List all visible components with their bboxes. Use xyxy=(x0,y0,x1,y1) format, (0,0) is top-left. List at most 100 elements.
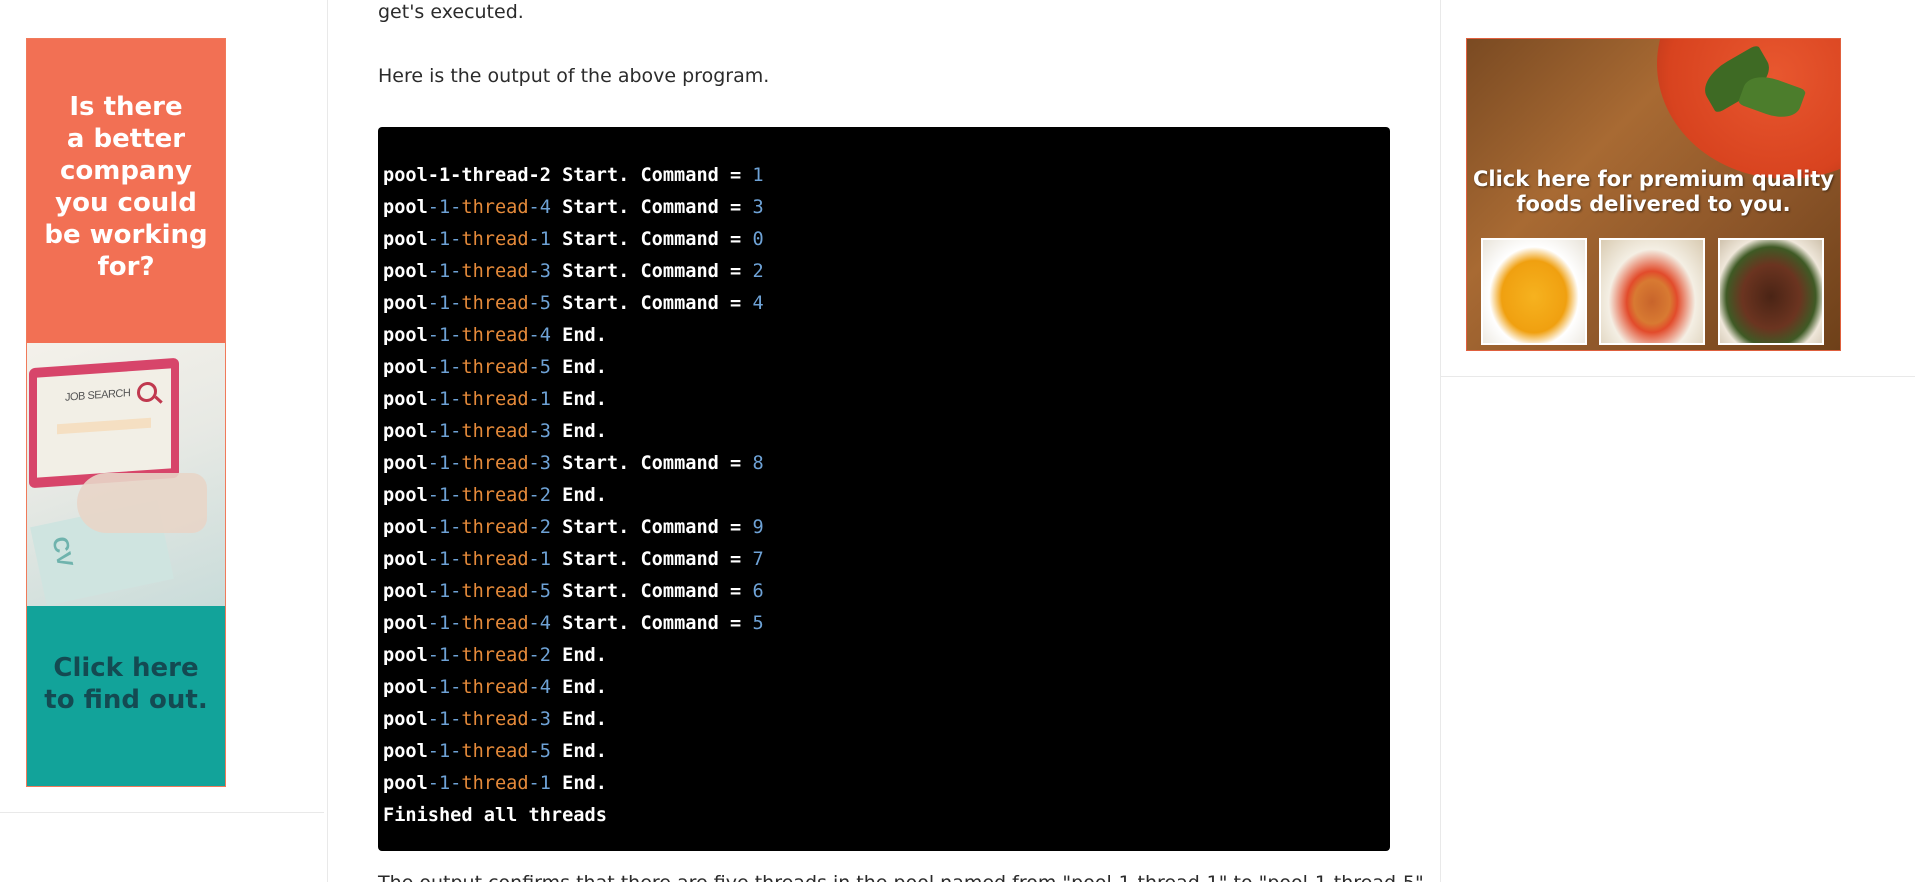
code-output-line: pool-1-thread-2 End. xyxy=(383,640,1390,672)
right-ad-headline: Click here for premium quality foods del… xyxy=(1473,167,1834,216)
code-output-line: pool-1-thread-3 Start. Command = 2 xyxy=(383,256,1390,288)
code-output-line: pool-1-thread-1 Start. Command = 0 xyxy=(383,224,1390,256)
code-output-line: pool-1-thread-4 End. xyxy=(383,672,1390,704)
code-token: -1- xyxy=(427,293,462,314)
code-token: -3 xyxy=(528,453,551,474)
code-token: pool xyxy=(383,613,428,634)
code-token: Finished all threads xyxy=(383,805,607,826)
code-token: -5 xyxy=(528,741,551,762)
code-token: Start. Command = xyxy=(550,293,753,314)
code-token: -1- xyxy=(427,389,462,410)
code-token: -1- xyxy=(427,197,462,218)
code-token: thread xyxy=(461,453,529,474)
laptop-screen: JOB SEARCH xyxy=(37,368,171,478)
code-output-line: pool-1-thread-3 End. xyxy=(383,416,1390,448)
code-token: -4 xyxy=(528,613,551,634)
code-token: Start. Command = xyxy=(550,581,753,602)
code-output-line: pool-1-thread-1 End. xyxy=(383,384,1390,416)
code-token: thread xyxy=(461,645,529,666)
code-token: -4 xyxy=(528,677,551,698)
left-ad-headline: Is there a better company you could be w… xyxy=(27,39,225,343)
code-token: -3 xyxy=(528,261,551,282)
code-token: 0 xyxy=(752,229,764,250)
code-token: thread xyxy=(461,421,529,442)
code-token: -1- xyxy=(427,581,462,602)
code-token: -3 xyxy=(528,421,551,442)
code-token: thread xyxy=(461,677,529,698)
code-token: -1- xyxy=(427,709,462,730)
article-text-intro: Here is the output of the above program. xyxy=(378,65,770,87)
laptop-image: JOB SEARCH xyxy=(29,357,179,489)
code-token: -4 xyxy=(528,197,551,218)
code-output-line: Finished all threads xyxy=(383,800,1390,832)
code-token: pool xyxy=(383,677,428,698)
code-token: pool xyxy=(383,741,428,762)
screen-searchbar xyxy=(57,417,151,435)
code-token: End. xyxy=(550,773,607,794)
code-token: -2 xyxy=(528,517,551,538)
code-token: pool xyxy=(383,453,428,474)
code-token: 9 xyxy=(752,517,764,538)
code-token: Start. Command = xyxy=(550,453,753,474)
code-token: 7 xyxy=(752,549,764,570)
code-token: 6 xyxy=(752,581,764,602)
code-output-block: pool-1-thread-2 Start. Command = 1 pool-1… xyxy=(378,127,1390,851)
code-token: -3 xyxy=(528,709,551,730)
code-token: -1- xyxy=(427,677,462,698)
code-token: End. xyxy=(550,645,607,666)
code-token: -4 xyxy=(528,325,551,346)
code-token: thread xyxy=(461,197,529,218)
code-token: -1- xyxy=(427,645,462,666)
code-token: Start. Command = xyxy=(550,549,753,570)
code-token: -2 xyxy=(528,485,551,506)
left-advertisement[interactable]: Is there a better company you could be w… xyxy=(26,38,226,787)
chicken-dish-image xyxy=(1599,238,1705,345)
left-ad-image: CV JOB SEARCH xyxy=(27,343,225,606)
code-token: -1- xyxy=(427,549,462,570)
code-token: thread xyxy=(461,773,529,794)
code-token: -1- xyxy=(427,325,462,346)
magnifier-icon xyxy=(137,381,157,403)
code-token: thread xyxy=(461,581,529,602)
article-text-partial: get's executed. xyxy=(378,1,524,23)
code-output-line: pool-1-thread-5 End. xyxy=(383,352,1390,384)
code-token: -1- xyxy=(427,741,462,762)
code-token: Start. Command = xyxy=(550,517,753,538)
code-token: -1- xyxy=(427,421,462,442)
left-column-divider xyxy=(327,0,328,882)
code-token: Start. Command = xyxy=(550,261,753,282)
code-token: thread xyxy=(461,325,529,346)
code-token: 8 xyxy=(752,453,764,474)
code-output-line: pool-1-thread-3 End. xyxy=(383,704,1390,736)
code-token: thread xyxy=(461,229,529,250)
code-output-line: pool-1-thread-2 Start. Command = 9 xyxy=(383,512,1390,544)
code-token: pool xyxy=(383,421,428,442)
code-token: pool xyxy=(383,549,428,570)
code-token: 2 xyxy=(752,261,764,282)
code-token: -5 xyxy=(528,293,551,314)
code-token: End. xyxy=(550,325,607,346)
code-token: -5 xyxy=(528,581,551,602)
code-output-line: pool-1-thread-1 End. xyxy=(383,768,1390,800)
code-token: pool xyxy=(383,197,428,218)
right-advertisement[interactable]: Click here for premium quality foods del… xyxy=(1466,38,1841,351)
code-token: pool xyxy=(383,773,428,794)
code-token: pool xyxy=(383,517,428,538)
code-token: -1 xyxy=(528,773,551,794)
code-token: pool-1-thread-2 Start. Command = xyxy=(383,165,753,186)
code-token: 1 xyxy=(752,165,764,186)
code-output-line: pool-1-thread-5 Start. Command = 4 xyxy=(383,288,1390,320)
code-token: -2 xyxy=(528,645,551,666)
code-token: thread xyxy=(461,485,529,506)
code-token: End. xyxy=(550,709,607,730)
left-sidebar-separator xyxy=(0,812,324,813)
code-token: pool xyxy=(383,293,428,314)
code-token: -1- xyxy=(427,357,462,378)
code-token: -1 xyxy=(528,389,551,410)
code-token: Start. Command = xyxy=(550,197,753,218)
code-token: Start. Command = xyxy=(550,613,753,634)
right-sidebar-separator xyxy=(1441,376,1915,377)
code-token: thread xyxy=(461,709,529,730)
code-output-line: pool-1-thread-4 Start. Command = 5 xyxy=(383,608,1390,640)
code-token: -1- xyxy=(427,613,462,634)
